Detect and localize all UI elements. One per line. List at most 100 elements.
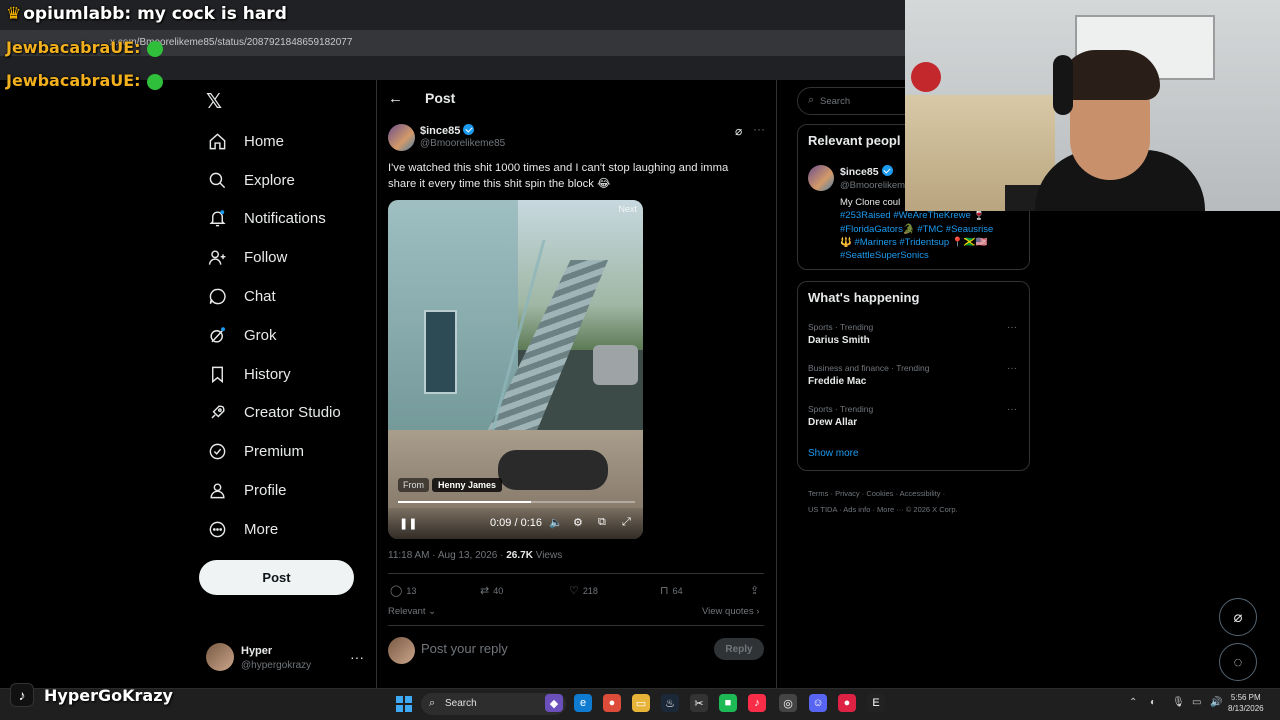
footer-line[interactable]: Terms · Privacy · Cookies · Accessibilit…: [808, 486, 1008, 502]
sidebar-item-premium[interactable]: Premium: [198, 432, 368, 471]
chat-message-1: ♛ opiumlabb: my cock is hard: [6, 4, 287, 24]
reply-count: 13: [406, 585, 417, 596]
grok-fab-icon[interactable]: ⌀: [1219, 598, 1257, 636]
trend-category: Sports · Trending: [808, 404, 874, 414]
more-dots-icon[interactable]: ···: [1007, 363, 1017, 374]
settings-icon[interactable]: ⚙: [573, 516, 583, 529]
more-dots-icon[interactable]: ···: [350, 649, 364, 665]
reply-input[interactable]: Post your reply: [421, 641, 508, 656]
volume-icon[interactable]: 🔈: [549, 516, 563, 529]
trend-item[interactable]: Business and finance · Trending Freddie …: [808, 363, 1023, 387]
sidebar-item-explore[interactable]: Explore: [198, 161, 368, 200]
footer-links[interactable]: Terms · Privacy · Cookies · Accessibilit…: [808, 486, 1008, 518]
relevant-person-name[interactable]: $ince85: [840, 165, 893, 178]
sidebar-item-label: Profile: [244, 482, 287, 500]
search-icon: [206, 169, 228, 191]
app-icon[interactable]: ◆: [545, 694, 563, 712]
folder-icon[interactable]: ▭: [632, 694, 650, 712]
video-frame-car: [593, 345, 638, 385]
bookmark-icon: ⊓: [660, 585, 669, 597]
author-handle[interactable]: @Bmoorelikeme85: [420, 138, 505, 149]
reply-button[interactable]: Reply: [714, 638, 764, 660]
sort-replies-dropdown[interactable]: Relevant ⌄: [388, 606, 436, 617]
avatar[interactable]: [808, 165, 834, 191]
sidebar-item-more[interactable]: More: [198, 510, 368, 549]
sidebar-item-profile[interactable]: Profile: [198, 471, 368, 510]
repost-action[interactable]: ⇄ 40: [480, 584, 503, 597]
chrome-profile-icon[interactable]: ●: [838, 694, 856, 712]
x-logo-icon[interactable]: 𝕏: [206, 89, 222, 114]
microphone-icon[interactable]: 🎙: [1172, 697, 1185, 708]
like-action[interactable]: ♡ 218: [569, 584, 598, 597]
view-quotes-link[interactable]: View quotes ›: [702, 606, 759, 617]
reply-action[interactable]: ◯ 13: [390, 584, 416, 597]
chat-message-3: JewbacabraUE:: [6, 71, 163, 90]
steam-icon[interactable]: ♨: [661, 694, 679, 712]
account-switcher[interactable]: Hyper @hypergokrazy ···: [206, 643, 366, 673]
bio-hashtags[interactable]: #SeattleSuperSonics: [840, 249, 1020, 262]
epic-games-icon[interactable]: E: [867, 694, 885, 712]
sidebar-item-chat[interactable]: Chat: [198, 277, 368, 316]
video-progress-bar[interactable]: [398, 501, 635, 503]
trend-item[interactable]: Sports · Trending Drew Allar ···: [808, 404, 1023, 428]
search-placeholder: Search: [820, 96, 851, 107]
relevant-person-name-text: $ince85: [840, 166, 879, 178]
tray-app-icon[interactable]: ◐: [1150, 697, 1156, 708]
bio-hashtags[interactable]: 🔱 #Mariners #Tridentsup 📍🇯🇲🇺🇸: [840, 236, 1020, 249]
author-name[interactable]: $ince85: [420, 124, 475, 137]
bio-hashtags[interactable]: #FloridaGators🐊 #TMC #Seausrise: [840, 223, 1020, 236]
network-icon[interactable]: ▭: [1192, 697, 1201, 708]
sidebar-item-follow[interactable]: Follow: [198, 238, 368, 277]
bio-hashtags[interactable]: #253Raised #WeAreTheKrewe 🍷: [840, 209, 1020, 222]
sidebar-item-notifications[interactable]: Notifications: [198, 200, 368, 239]
post-actions: ◯ 13 ⇄ 40 ♡ 218 ⊓ 64 ⇪: [388, 584, 764, 598]
sidebar-item-history[interactable]: History: [198, 355, 368, 394]
pip-icon[interactable]: ⧉: [598, 516, 606, 529]
edge-icon[interactable]: e: [574, 694, 592, 712]
video-progress-fill: [398, 501, 532, 503]
video-frame-door: [424, 310, 457, 394]
video-player[interactable]: Next From Henny James 0:09 / 0:16: [388, 200, 643, 539]
emote-icon: [146, 73, 163, 90]
chrome-icon[interactable]: ●: [603, 694, 621, 712]
chevron-up-icon[interactable]: ⌃: [1129, 697, 1137, 708]
windows-start-icon[interactable]: [396, 696, 412, 712]
grok-icon[interactable]: ⌀: [735, 124, 742, 138]
discord-icon[interactable]: ☺: [809, 694, 827, 712]
emote-icon: [146, 40, 163, 57]
more-dots-icon[interactable]: ···: [1007, 322, 1017, 333]
chat-message-3-text: JewbacabraUE:: [6, 71, 141, 90]
trend-topic: Darius Smith: [808, 335, 870, 346]
trend-item[interactable]: Sports · Trending Darius Smith ···: [808, 322, 1023, 346]
share-action[interactable]: ⇪: [750, 584, 763, 597]
avatar[interactable]: [388, 124, 415, 151]
back-arrow-icon[interactable]: ←: [388, 90, 403, 107]
show-more-link[interactable]: Show more: [808, 448, 859, 459]
obs-icon[interactable]: ◎: [779, 694, 797, 712]
fullscreen-icon[interactable]: ⤢: [622, 516, 631, 529]
chat-message-1-text: opiumlabb: my cock is hard: [23, 4, 287, 24]
music-icon[interactable]: ♪: [748, 694, 766, 712]
bookmark-action[interactable]: ⊓ 64: [660, 584, 683, 597]
tiktok-username: HyperGoKrazy: [44, 685, 173, 705]
chat-fab-icon[interactable]: ◌: [1219, 643, 1257, 681]
pause-icon[interactable]: ❚❚: [399, 517, 417, 530]
app-green-icon[interactable]: ■: [719, 694, 737, 712]
follow-icon: [206, 247, 228, 269]
clock-time: 5:56 PM: [1230, 693, 1261, 702]
footer-line[interactable]: US TIDA · Ads info · More ··· © 2026 X C…: [808, 502, 1008, 518]
capcut-icon[interactable]: ✂: [690, 694, 708, 712]
sidebar-item-creator-studio[interactable]: Creator Studio: [198, 394, 368, 433]
sidebar-item-home[interactable]: Home: [198, 122, 368, 161]
more-dots-icon[interactable]: ···: [753, 122, 765, 136]
relevant-person-handle[interactable]: @Bmoorelikem: [840, 180, 905, 191]
taskbar-clock[interactable]: 5:56 PM 8/13/2026: [1228, 692, 1264, 714]
sidebar-nav: Home Explore Notifications Follow Chat G…: [198, 122, 368, 549]
video-from-name[interactable]: Henny James: [432, 478, 503, 492]
compose-post-button[interactable]: Post: [199, 560, 354, 595]
sidebar-item-grok[interactable]: Grok: [198, 316, 368, 355]
next-video-label[interactable]: Next: [618, 204, 637, 214]
volume-icon[interactable]: 🔊: [1210, 697, 1222, 708]
trend-category: Business and finance · Trending: [808, 363, 930, 373]
more-dots-icon[interactable]: ···: [1007, 404, 1017, 415]
